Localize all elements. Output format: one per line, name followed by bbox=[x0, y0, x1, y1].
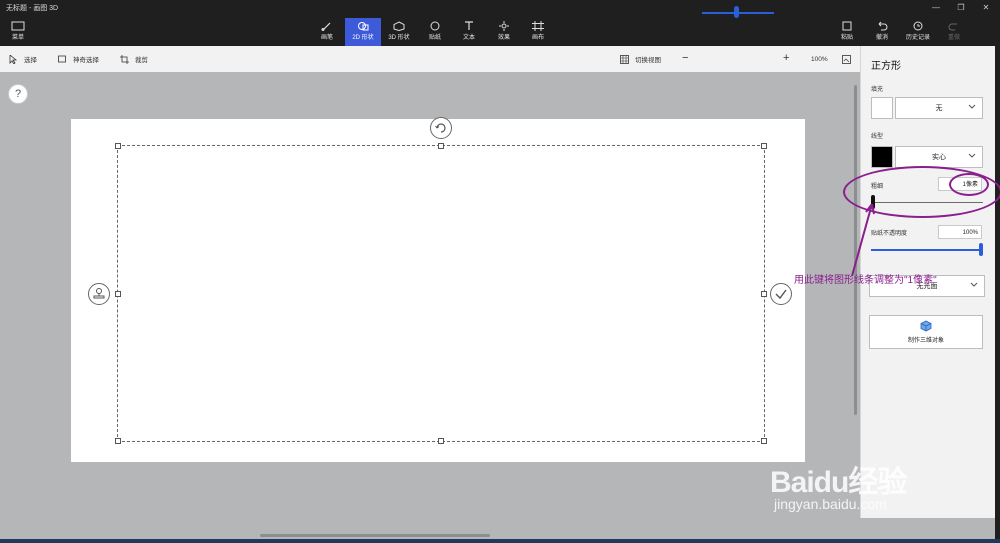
opacity-slider-track[interactable] bbox=[871, 249, 983, 251]
canvas-icon bbox=[532, 21, 544, 31]
crop-label: 裁剪 bbox=[135, 57, 148, 64]
undo-button[interactable]: 撤消 bbox=[864, 18, 900, 46]
tool-label: 画布 bbox=[531, 35, 544, 41]
undo-icon bbox=[878, 21, 888, 31]
tool-label: 贴纸 bbox=[428, 35, 441, 41]
rotate-button[interactable] bbox=[430, 117, 452, 139]
help-button[interactable]: ? bbox=[8, 84, 28, 104]
taskbar-strip bbox=[0, 539, 1000, 543]
close-button[interactable]: ✕ bbox=[975, 2, 997, 14]
chevron-down-icon bbox=[968, 104, 976, 109]
tool-label: 画笔 bbox=[320, 35, 333, 41]
zoom-in-button[interactable]: + bbox=[783, 52, 789, 64]
horizontal-scrollbar[interactable] bbox=[260, 534, 490, 537]
watermark-url: jingyan.baidu.com bbox=[774, 496, 887, 512]
minimize-button[interactable]: — bbox=[925, 2, 947, 14]
rotate-icon bbox=[435, 123, 446, 133]
toggle-view-label: 切换视图 bbox=[635, 57, 661, 64]
select-label: 选择 bbox=[24, 57, 37, 64]
line-type-dropdown[interactable]: 实心 bbox=[895, 146, 983, 168]
resize-handle[interactable] bbox=[115, 438, 121, 444]
tool-stickers[interactable]: 贴纸 bbox=[417, 18, 453, 46]
top-ribbon: 无标题 - 画图 3D — ❐ ✕ 菜单 画笔 2D 形状 3D 形状 贴纸 文… bbox=[0, 0, 1000, 46]
cursor-icon bbox=[9, 54, 18, 64]
opacity-input[interactable]: 100% bbox=[938, 225, 982, 239]
menu-label: 菜单 bbox=[11, 35, 24, 41]
commit-button[interactable] bbox=[770, 283, 792, 305]
tool-3d-shapes[interactable]: 3D 形状 bbox=[381, 18, 417, 46]
3d-shapes-icon bbox=[393, 21, 405, 31]
select-button[interactable]: 选择 bbox=[9, 54, 37, 64]
tool-text[interactable]: 文本 bbox=[451, 18, 487, 46]
resize-handle[interactable] bbox=[761, 438, 767, 444]
square-shape-selection[interactable] bbox=[117, 145, 765, 442]
stamp-icon bbox=[93, 288, 105, 299]
zoom-out-button[interactable]: − bbox=[682, 52, 688, 64]
brush-icon bbox=[321, 22, 331, 31]
resize-handle[interactable] bbox=[761, 291, 767, 297]
fill-label: 填充 bbox=[871, 87, 884, 93]
panel-title: 正方形 bbox=[871, 61, 901, 72]
resize-handle[interactable] bbox=[115, 143, 121, 149]
2d-shapes-icon bbox=[358, 22, 369, 31]
toggle-view-button[interactable]: 切换视图 bbox=[620, 54, 661, 64]
grid-view-icon bbox=[620, 54, 629, 64]
line-type-label: 线型 bbox=[871, 134, 884, 140]
text-icon bbox=[465, 21, 473, 30]
paste-icon bbox=[842, 21, 852, 31]
folder-icon bbox=[11, 21, 25, 31]
fill-color-swatch[interactable] bbox=[871, 97, 893, 119]
fit-screen-icon[interactable] bbox=[842, 55, 851, 64]
sticker-icon bbox=[430, 21, 440, 31]
tool-label: 3D 形状 bbox=[388, 35, 410, 41]
history-icon bbox=[913, 21, 923, 31]
watermark-logo: Baidu经验 bbox=[770, 466, 907, 499]
paste-button[interactable]: 粘贴 bbox=[829, 18, 865, 46]
fill-dropdown[interactable]: 无 bbox=[895, 97, 983, 119]
annotation-arrow bbox=[851, 203, 875, 277]
resize-handle[interactable] bbox=[115, 291, 121, 297]
crop-icon bbox=[120, 54, 129, 64]
undo-label: 撤消 bbox=[875, 35, 888, 41]
tool-2d-shapes[interactable]: 2D 形状 bbox=[345, 18, 381, 46]
magic-select-button[interactable]: 神奇选择 bbox=[58, 54, 99, 64]
menu-button[interactable]: 菜单 bbox=[0, 18, 36, 46]
annotation-ellipse bbox=[949, 173, 989, 196]
tool-label: 文本 bbox=[462, 35, 475, 41]
resize-handle[interactable] bbox=[438, 438, 444, 444]
make-3d-label: 制作三维对象 bbox=[907, 338, 944, 344]
cube-icon bbox=[920, 320, 932, 332]
redo-label: 重做 bbox=[947, 35, 960, 41]
tool-label: 2D 形状 bbox=[352, 35, 374, 41]
tool-canvas[interactable]: 画布 bbox=[520, 18, 556, 46]
make-3d-button[interactable]: 制作三维对象 bbox=[869, 315, 983, 349]
window-title: 无标题 - 画图 3D bbox=[6, 5, 59, 12]
magic-select-icon bbox=[58, 55, 66, 62]
history-button[interactable]: 历史记录 bbox=[900, 18, 936, 46]
stamp-button[interactable] bbox=[88, 283, 110, 305]
checkmark-icon bbox=[775, 289, 787, 300]
zoom-level: 100% bbox=[811, 56, 828, 63]
chevron-down-icon bbox=[970, 282, 978, 287]
magic-select-label: 神奇选择 bbox=[73, 57, 99, 64]
window-edge bbox=[995, 46, 1000, 543]
zoom-slider-thumb[interactable] bbox=[734, 6, 739, 18]
tool-effects[interactable]: 效果 bbox=[486, 18, 522, 46]
redo-button[interactable]: 重做 bbox=[936, 18, 972, 46]
resize-handle[interactable] bbox=[761, 143, 767, 149]
crop-button[interactable]: 裁剪 bbox=[120, 54, 148, 64]
tool-brushes[interactable]: 画笔 bbox=[309, 18, 345, 46]
paste-label: 粘贴 bbox=[840, 35, 853, 41]
line-color-swatch[interactable] bbox=[871, 146, 893, 168]
redo-icon bbox=[948, 23, 957, 31]
opacity-slider-thumb[interactable] bbox=[979, 243, 983, 256]
maximize-button[interactable]: ❐ bbox=[950, 2, 972, 14]
tool-label: 效果 bbox=[497, 35, 510, 41]
chevron-down-icon bbox=[968, 153, 976, 158]
history-label: 历史记录 bbox=[905, 35, 930, 41]
effects-icon bbox=[499, 21, 509, 31]
resize-handle[interactable] bbox=[438, 143, 444, 149]
annotation-text: 用此键将图形线条调整为"1像素" bbox=[794, 275, 937, 286]
